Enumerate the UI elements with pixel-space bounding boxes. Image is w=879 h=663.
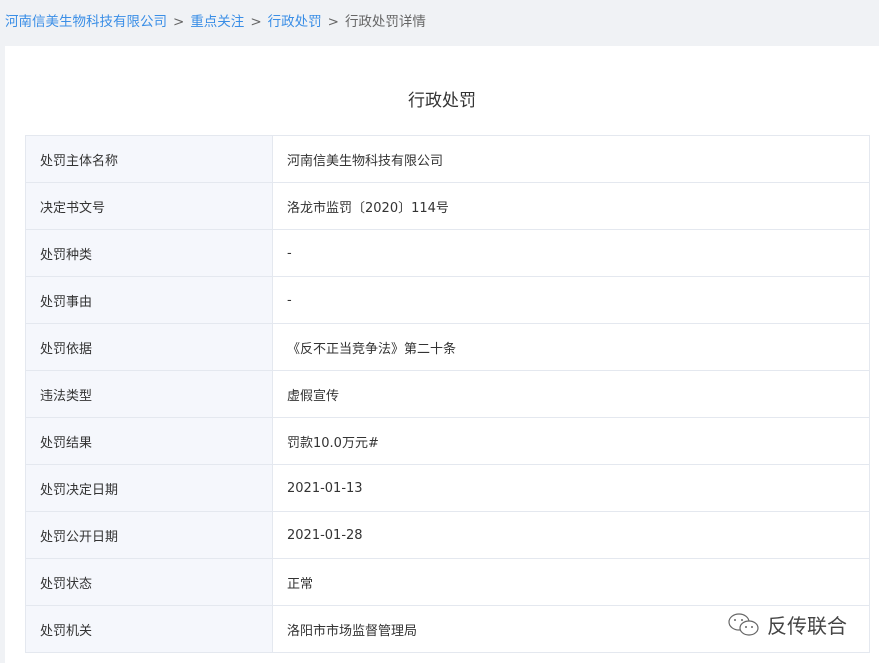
wechat-icon	[728, 612, 759, 636]
table-row: 处罚主体名称 河南信美生物科技有限公司	[25, 135, 870, 183]
breadcrumb-focus[interactable]: 重点关注	[190, 14, 244, 30]
field-label: 处罚种类	[25, 229, 273, 277]
field-label: 决定书文号	[25, 182, 273, 230]
page-title: 行政处罚	[408, 91, 476, 111]
table-row: 决定书文号 洛龙市监罚〔2020〕114号	[25, 182, 870, 230]
table-row: 违法类型 虚假宣传	[25, 370, 870, 418]
field-value: 河南信美生物科技有限公司	[272, 135, 870, 183]
field-label: 处罚事由	[25, 276, 273, 324]
field-value: 洛龙市监罚〔2020〕114号	[272, 182, 870, 230]
breadcrumb: 河南信美生物科技有限公司 > 重点关注 > 行政处罚 > 行政处罚详情	[5, 14, 426, 30]
field-label: 处罚主体名称	[25, 135, 273, 183]
watermark: 反传联合	[727, 610, 847, 639]
field-value: -	[272, 276, 870, 324]
table-row: 处罚状态 正常	[25, 558, 870, 606]
table-row: 处罚事由 -	[25, 276, 870, 324]
field-label: 处罚机关	[25, 605, 273, 653]
breadcrumb-current: 行政处罚详情	[344, 14, 426, 30]
detail-card: 行政处罚 处罚主体名称 河南信美生物科技有限公司 决定书文号 洛龙市监罚〔2020〕1…	[5, 46, 879, 663]
detail-table: 处罚主体名称 河南信美生物科技有限公司 决定书文号 洛龙市监罚〔2020〕114号 处罚…	[25, 135, 870, 653]
field-label: 处罚结果	[25, 417, 273, 465]
field-value: 2021-01-13	[272, 464, 870, 512]
table-row: 处罚公开日期 2021-01-28	[25, 511, 870, 559]
field-value: -	[272, 229, 870, 277]
field-label: 处罚依据	[25, 323, 273, 371]
breadcrumb-penalty[interactable]: 行政处罚	[268, 14, 322, 30]
field-label: 违法类型	[25, 370, 273, 418]
field-value: 2021-01-28	[272, 511, 870, 559]
table-row: 处罚结果 罚款10.0万元#	[25, 417, 870, 465]
field-label: 处罚决定日期	[25, 464, 273, 512]
watermark-text: 反传联合	[767, 614, 847, 638]
field-label: 处罚公开日期	[25, 511, 273, 559]
table-row: 处罚种类 -	[25, 229, 870, 277]
table-row: 处罚依据 《反不正当竞争法》第二十条	[25, 323, 870, 371]
field-value: 《反不正当竞争法》第二十条	[272, 323, 870, 371]
breadcrumb-company[interactable]: 河南信美生物科技有限公司	[5, 14, 167, 30]
field-label: 处罚状态	[25, 558, 273, 606]
field-value: 虚假宣传	[272, 370, 870, 418]
field-value: 罚款10.0万元#	[272, 417, 870, 465]
table-row: 处罚决定日期 2021-01-13	[25, 464, 870, 512]
field-value: 正常	[272, 558, 870, 606]
